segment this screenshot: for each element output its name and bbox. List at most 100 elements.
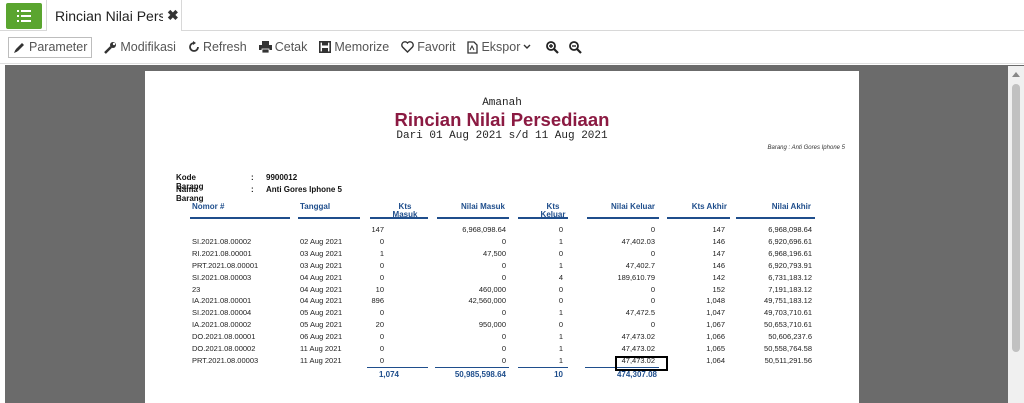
cell-nilai-akhir: 6,920,793.91 — [768, 260, 812, 270]
vertical-scrollbar[interactable] — [1008, 66, 1024, 403]
header-nilai-masuk: Nilai Masuk — [460, 202, 505, 211]
report-page: Amanah Rincian Nilai Persediaan Dari 01 … — [145, 71, 859, 403]
cell-kts-akhir: 147 — [712, 248, 725, 258]
cell-nomor: PRT.2021.08.00001 — [192, 260, 259, 270]
cell-kts-masuk: 0 — [379, 332, 384, 342]
cell-nilai-masuk: 950,000 — [478, 320, 506, 330]
header-kts-akhir: Kts Akhir — [691, 202, 727, 211]
zoom-out-button[interactable] — [569, 40, 583, 54]
heart-icon — [401, 41, 415, 53]
cell-nilai-akhir: 6,968,098.64 — [768, 225, 812, 234]
printer-icon — [258, 41, 272, 53]
cell-kts-keluar: 0 — [558, 248, 563, 258]
cell-nilai-keluar: 47,402.7 — [625, 260, 655, 270]
cell-nomor: RI.2021.08.00001 — [192, 248, 252, 258]
cell-nilai-akhir: 50,558,764.58 — [764, 344, 812, 353]
nama-barang-sep: : — [251, 185, 254, 194]
header-underline-kts-keluar — [518, 217, 568, 219]
cell-kts-akhir: 1,067 — [706, 320, 725, 330]
cell-nilai-masuk: 0 — [501, 332, 506, 342]
cetak-button[interactable]: Cetak — [258, 37, 307, 58]
total-nilai-masuk: 50,985,598.64 — [454, 370, 506, 379]
chevron-down-icon — [523, 44, 531, 49]
cell-kts-akhir: 147 — [712, 225, 725, 234]
header-nomor: Nomor # — [192, 202, 225, 211]
cell-kts-akhir: 1,064 — [706, 355, 725, 365]
cell-kts-keluar: 0 — [558, 320, 563, 330]
header-underline-kts-akhir — [667, 217, 730, 219]
cell-kts-masuk: 147 — [371, 225, 384, 234]
cell-nilai-masuk: 0 — [501, 308, 506, 318]
cell-nilai-keluar: 189,610.79 — [617, 272, 655, 282]
header-underline-kts-masuk — [370, 217, 428, 219]
favorit-button[interactable]: Favorit — [401, 37, 455, 58]
cell-kts-masuk: 0 — [379, 355, 384, 365]
cell-nilai-akhir: 7,191,183.12 — [768, 284, 812, 294]
cell-nomor: DO.2021.08.00002 — [192, 344, 256, 353]
menu-button[interactable] — [6, 3, 42, 29]
cell-nomor: IA.2021.08.00002 — [192, 320, 252, 330]
cell-kts-masuk: 896 — [371, 296, 384, 306]
memorize-label: Memorize — [334, 40, 390, 54]
header-nilai-akhir: Nilai Akhir — [771, 202, 811, 211]
cell-nilai-masuk: 0 — [501, 260, 506, 270]
total-kts-masuk: 1,074 — [378, 370, 399, 379]
cell-kts-keluar: 0 — [558, 284, 563, 294]
cell-kts-masuk: 20 — [375, 320, 384, 330]
total-line-kts-masuk — [367, 367, 428, 368]
cell-nomor: IA.2021.08.00001 — [192, 296, 252, 306]
kode-barang-value: 9900012 — [266, 173, 298, 182]
cell-nilai-keluar: 0 — [650, 284, 655, 294]
cell-nilai-akhir: 6,731,183.12 — [768, 272, 812, 282]
cell-nilai-masuk: 6,968,098.64 — [462, 225, 506, 234]
cell-kts-masuk: 10 — [375, 284, 384, 294]
cell-nomor: SI.2021.08.00004 — [192, 308, 252, 318]
zoom-in-button[interactable] — [546, 40, 560, 54]
parameter-button[interactable]: Parameter — [8, 36, 93, 58]
total-line-kts-keluar — [518, 367, 568, 368]
header-underline-nilai-akhir — [736, 217, 815, 219]
cell-kts-akhir: 146 — [712, 260, 725, 270]
total-line-nilai-masuk — [435, 367, 509, 368]
scrollbar-thumb[interactable] — [1012, 84, 1020, 352]
wrench-icon — [104, 41, 117, 54]
cell-kts-akhir: 142 — [712, 272, 725, 282]
refresh-button[interactable]: Refresh — [188, 37, 247, 58]
modifikasi-button[interactable]: Modifikasi — [104, 37, 176, 58]
cell-kts-akhir: 1,065 — [706, 344, 725, 353]
pdf-icon — [467, 40, 479, 54]
cell-nilai-keluar: 47,473.02 — [621, 344, 655, 353]
total-nilai-keluar: 474,307.08 — [616, 370, 657, 379]
save-icon — [319, 41, 332, 53]
cell-kts-akhir: 1,047 — [706, 308, 725, 318]
refresh-icon — [189, 41, 199, 52]
header-underline-nilai-keluar — [587, 217, 659, 219]
tab-rincian-nilai-persediaan[interactable]: Rincian Nilai Pers… ✖ — [46, 0, 182, 31]
header-underline-nomor — [190, 217, 290, 219]
cell-nilai-akhir: 49,751,183.12 — [764, 296, 812, 306]
cell-nilai-akhir: 50,606,237.6 — [768, 332, 812, 342]
memorize-button[interactable]: Memorize — [319, 37, 389, 58]
ekspor-button[interactable]: Ekspor — [467, 37, 534, 58]
cell-nilai-akhir: 49,703,710.61 — [764, 308, 812, 318]
cell-nilai-akhir: 6,968,196.61 — [768, 248, 812, 258]
cell-kts-keluar: 0 — [558, 225, 563, 234]
cell-nomor: 23 — [192, 284, 201, 294]
zoom-out-icon — [569, 40, 583, 54]
total-kts-keluar: 10 — [554, 370, 563, 379]
cell-nilai-keluar: 0 — [650, 296, 655, 306]
highlight-box — [615, 356, 668, 371]
cell-kts-masuk: 0 — [379, 260, 384, 270]
close-icon[interactable]: ✖ — [167, 7, 179, 24]
scroll-up-icon[interactable] — [1012, 72, 1020, 77]
cell-nilai-keluar: 0 — [650, 248, 655, 258]
report-period: Dari 01 Aug 2021 s/d 11 Aug 2021 — [396, 130, 608, 142]
cell-kts-masuk: 0 — [379, 344, 384, 353]
refresh-label: Refresh — [202, 40, 247, 54]
cell-kts-masuk: 0 — [379, 272, 384, 282]
tab-bar: Rincian Nilai Pers… ✖ — [0, 0, 1024, 31]
cell-kts-keluar: 1 — [558, 344, 563, 353]
header-underline-tanggal — [298, 217, 360, 219]
modifikasi-label: Modifikasi — [120, 40, 176, 54]
cell-nilai-akhir: 50,511,291.56 — [764, 355, 812, 365]
